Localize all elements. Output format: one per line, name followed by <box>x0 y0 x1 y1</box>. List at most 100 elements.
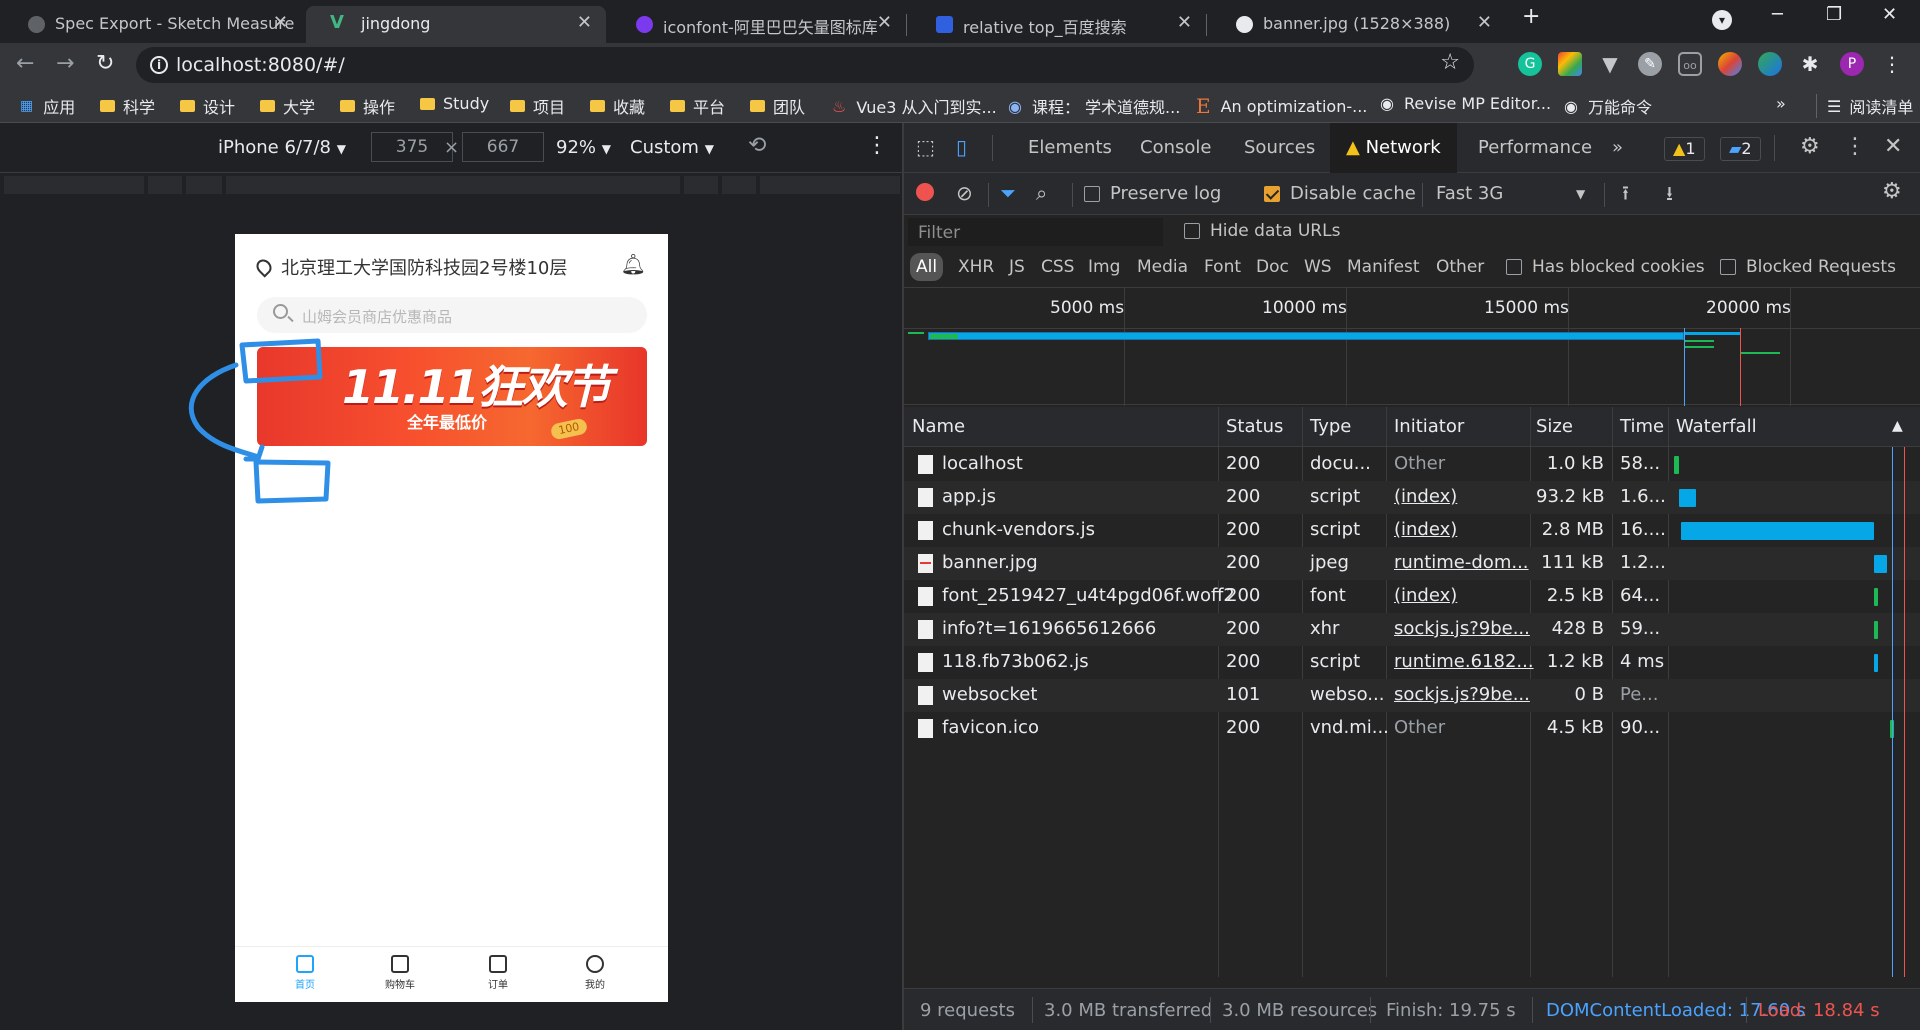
network-settings-icon[interactable]: ⚙ <box>1882 179 1902 204</box>
table-row[interactable]: chunk-vendors.js 200 script (index) 2.8 MB 16… <box>904 514 1920 547</box>
type-filter-ws[interactable]: WS <box>1304 257 1332 277</box>
request-initiator[interactable]: sockjs.js?9be... <box>1394 684 1530 705</box>
request-initiator[interactable]: (index) <box>1394 585 1457 606</box>
preserve-log-checkbox[interactable]: Preserve log <box>1084 183 1221 204</box>
bookmark-folder[interactable]: 大学 <box>260 94 315 118</box>
bookmark-link[interactable]: ◉ 万能命令 <box>1564 94 1652 118</box>
request-name[interactable]: 118.fb73b062.js <box>942 651 1089 672</box>
request-initiator[interactable]: sockjs.js?9be... <box>1394 618 1530 639</box>
type-filter-all[interactable]: All <box>910 253 944 281</box>
rotate-icon[interactable]: ⟲ <box>748 133 766 158</box>
promo-banner[interactable]: 11.11狂欢节 全年最低价 100 <box>257 347 647 446</box>
bookmark-folder[interactable]: Study <box>420 94 489 113</box>
request-name[interactable]: websocket <box>942 684 1037 705</box>
sort-ascending-icon[interactable]: ▲ <box>1892 418 1903 434</box>
type-filter-doc[interactable]: Doc <box>1256 257 1289 277</box>
back-icon[interactable]: ← <box>16 51 34 76</box>
throttle-select[interactable]: Custom ▼ <box>630 137 714 158</box>
devtools-menu-icon[interactable]: ⋮ <box>1844 134 1866 159</box>
bookmark-star-icon[interactable]: ☆ <box>1440 50 1460 75</box>
extension-icon[interactable] <box>1758 52 1782 76</box>
filter-input[interactable]: Filter <box>908 218 1163 246</box>
waterfall-bar[interactable] <box>1680 522 1874 540</box>
nav-profile[interactable]: 我的 <box>565 955 625 991</box>
waterfall-bar[interactable] <box>1874 588 1879 606</box>
request-initiator[interactable]: (index) <box>1394 486 1457 507</box>
extension-icon[interactable] <box>1718 52 1742 76</box>
type-filter-xhr[interactable]: XHR <box>958 257 994 277</box>
column-header-type[interactable]: Type <box>1310 416 1351 437</box>
type-filter-css[interactable]: CSS <box>1041 257 1074 277</box>
bookmark-link[interactable]: ◉ 课程： 学术道德规... <box>1008 94 1180 118</box>
bookmark-folder[interactable]: 操作 <box>340 94 395 118</box>
plus-icon[interactable]: + <box>1522 4 1540 29</box>
waterfall-bar[interactable] <box>1874 654 1879 672</box>
google-translate-icon[interactable] <box>1558 52 1582 76</box>
warnings-badge[interactable]: ▲1 <box>1664 137 1705 161</box>
column-header-status[interactable]: Status <box>1226 416 1283 437</box>
url-text[interactable]: localhost:8080/#/ <box>176 54 345 76</box>
close-icon[interactable]: ✕ <box>1477 12 1492 33</box>
browser-tab-iconfont[interactable]: iconfont-阿里巴巴矢量图标库 ✕ <box>608 6 906 43</box>
tab-sources[interactable]: Sources <box>1244 137 1315 158</box>
browser-tab-jingdong[interactable]: V jingdong ✕ <box>306 6 606 43</box>
tab-network[interactable]: ▲ Network <box>1330 123 1457 173</box>
request-initiator[interactable]: runtime-dom... <box>1394 552 1529 573</box>
menu-kebab-icon[interactable]: ⋮ <box>1880 52 1904 76</box>
site-info-icon[interactable]: i <box>150 56 168 74</box>
column-header-time[interactable]: Time <box>1620 416 1664 437</box>
search-input[interactable]: 山姆会员商店优惠商品 <box>257 297 647 333</box>
reload-icon[interactable]: ↻ <box>96 51 114 76</box>
waterfall-bar[interactable] <box>1874 555 1888 573</box>
inspect-element-icon[interactable]: ⬚ <box>916 135 935 159</box>
bookmarks-overflow[interactable]: » <box>1776 94 1786 113</box>
settings-gear-icon[interactable]: ⚙ <box>1800 134 1820 159</box>
column-header-size[interactable]: Size <box>1536 416 1573 437</box>
ruler-segment[interactable] <box>4 176 144 194</box>
tab-search-icon[interactable]: ▾ <box>1712 10 1732 30</box>
zoom-select[interactable]: 92% ▼ <box>556 137 611 158</box>
table-row[interactable]: app.js 200 script (index) 93.2 kB 1.6... <box>904 481 1920 514</box>
device-select[interactable]: iPhone 6/7/8 ▼ <box>218 137 346 158</box>
close-window-icon[interactable]: ✕ <box>1882 4 1897 25</box>
disable-cache-checkbox[interactable]: Disable cache <box>1264 183 1416 204</box>
request-name[interactable]: font_2519427_u4t4pgd06f.woff2 <box>942 585 1235 606</box>
extension-icon[interactable]: oo <box>1678 52 1702 76</box>
export-har-icon[interactable]: ⭳ <box>1666 179 1673 213</box>
request-name[interactable]: chunk-vendors.js <box>942 519 1095 540</box>
width-input[interactable]: 375 <box>371 132 453 162</box>
browser-tab-spec-export[interactable]: Spec Export - Sketch Measure ✕ <box>0 6 302 43</box>
messages-badge[interactable]: ▰2 <box>1720 137 1761 161</box>
type-filter-media[interactable]: Media <box>1137 257 1188 277</box>
network-overview-timeline[interactable]: 5000 ms 10000 ms 15000 ms 20000 ms <box>904 287 1920 406</box>
nav-orders[interactable]: 订单 <box>468 955 528 991</box>
table-row[interactable]: 118.fb73b062.js 200 script runtime.6182... 1… <box>904 646 1920 679</box>
bookmark-apps[interactable]: ▦ 应用 <box>20 94 75 118</box>
profile-avatar[interactable]: P <box>1840 52 1864 76</box>
nav-home[interactable]: 首页 <box>275 955 335 991</box>
column-header-waterfall[interactable]: Waterfall <box>1676 416 1757 437</box>
reading-list[interactable]: ☰ 阅读清单 <box>1816 94 1913 118</box>
type-filter-manifest[interactable]: Manifest <box>1347 257 1420 277</box>
column-header-name[interactable]: Name <box>912 416 965 437</box>
table-row[interactable]: favicon.ico 200 vnd.mi... Other 4.5 kB 90... <box>904 712 1920 745</box>
request-name[interactable]: localhost <box>942 453 1023 474</box>
browser-tab-baidu[interactable]: relative top_百度搜索 ✕ <box>908 6 1206 43</box>
waterfall-bar[interactable] <box>1678 489 1697 507</box>
tab-console[interactable]: Console <box>1140 137 1211 158</box>
close-devtools-icon[interactable]: ✕ <box>1884 134 1902 159</box>
type-filter-other[interactable]: Other <box>1436 257 1484 277</box>
bookmark-folder[interactable]: 平台 <box>670 94 725 118</box>
request-name[interactable]: app.js <box>942 486 996 507</box>
grammarly-icon[interactable]: G <box>1518 52 1542 76</box>
has-blocked-cookies-checkbox[interactable]: Has blocked cookies <box>1506 257 1705 277</box>
bookmark-link[interactable]: ◉ Revise MP Editor... <box>1380 94 1551 113</box>
restore-icon[interactable]: ❐ <box>1826 4 1842 25</box>
ruler-segment[interactable] <box>148 176 182 194</box>
hide-data-urls-checkbox[interactable]: Hide data URLs <box>1184 221 1340 241</box>
bookmark-link[interactable]: ♨ Vue3 从入门到实... <box>832 94 997 118</box>
column-header-initiator[interactable]: Initiator <box>1394 416 1464 437</box>
import-har-icon[interactable]: ⭱ <box>1622 179 1629 213</box>
type-filter-js[interactable]: JS <box>1009 257 1025 277</box>
table-row[interactable]: localhost 200 docu... Other 1.0 kB 58... <box>904 448 1920 481</box>
